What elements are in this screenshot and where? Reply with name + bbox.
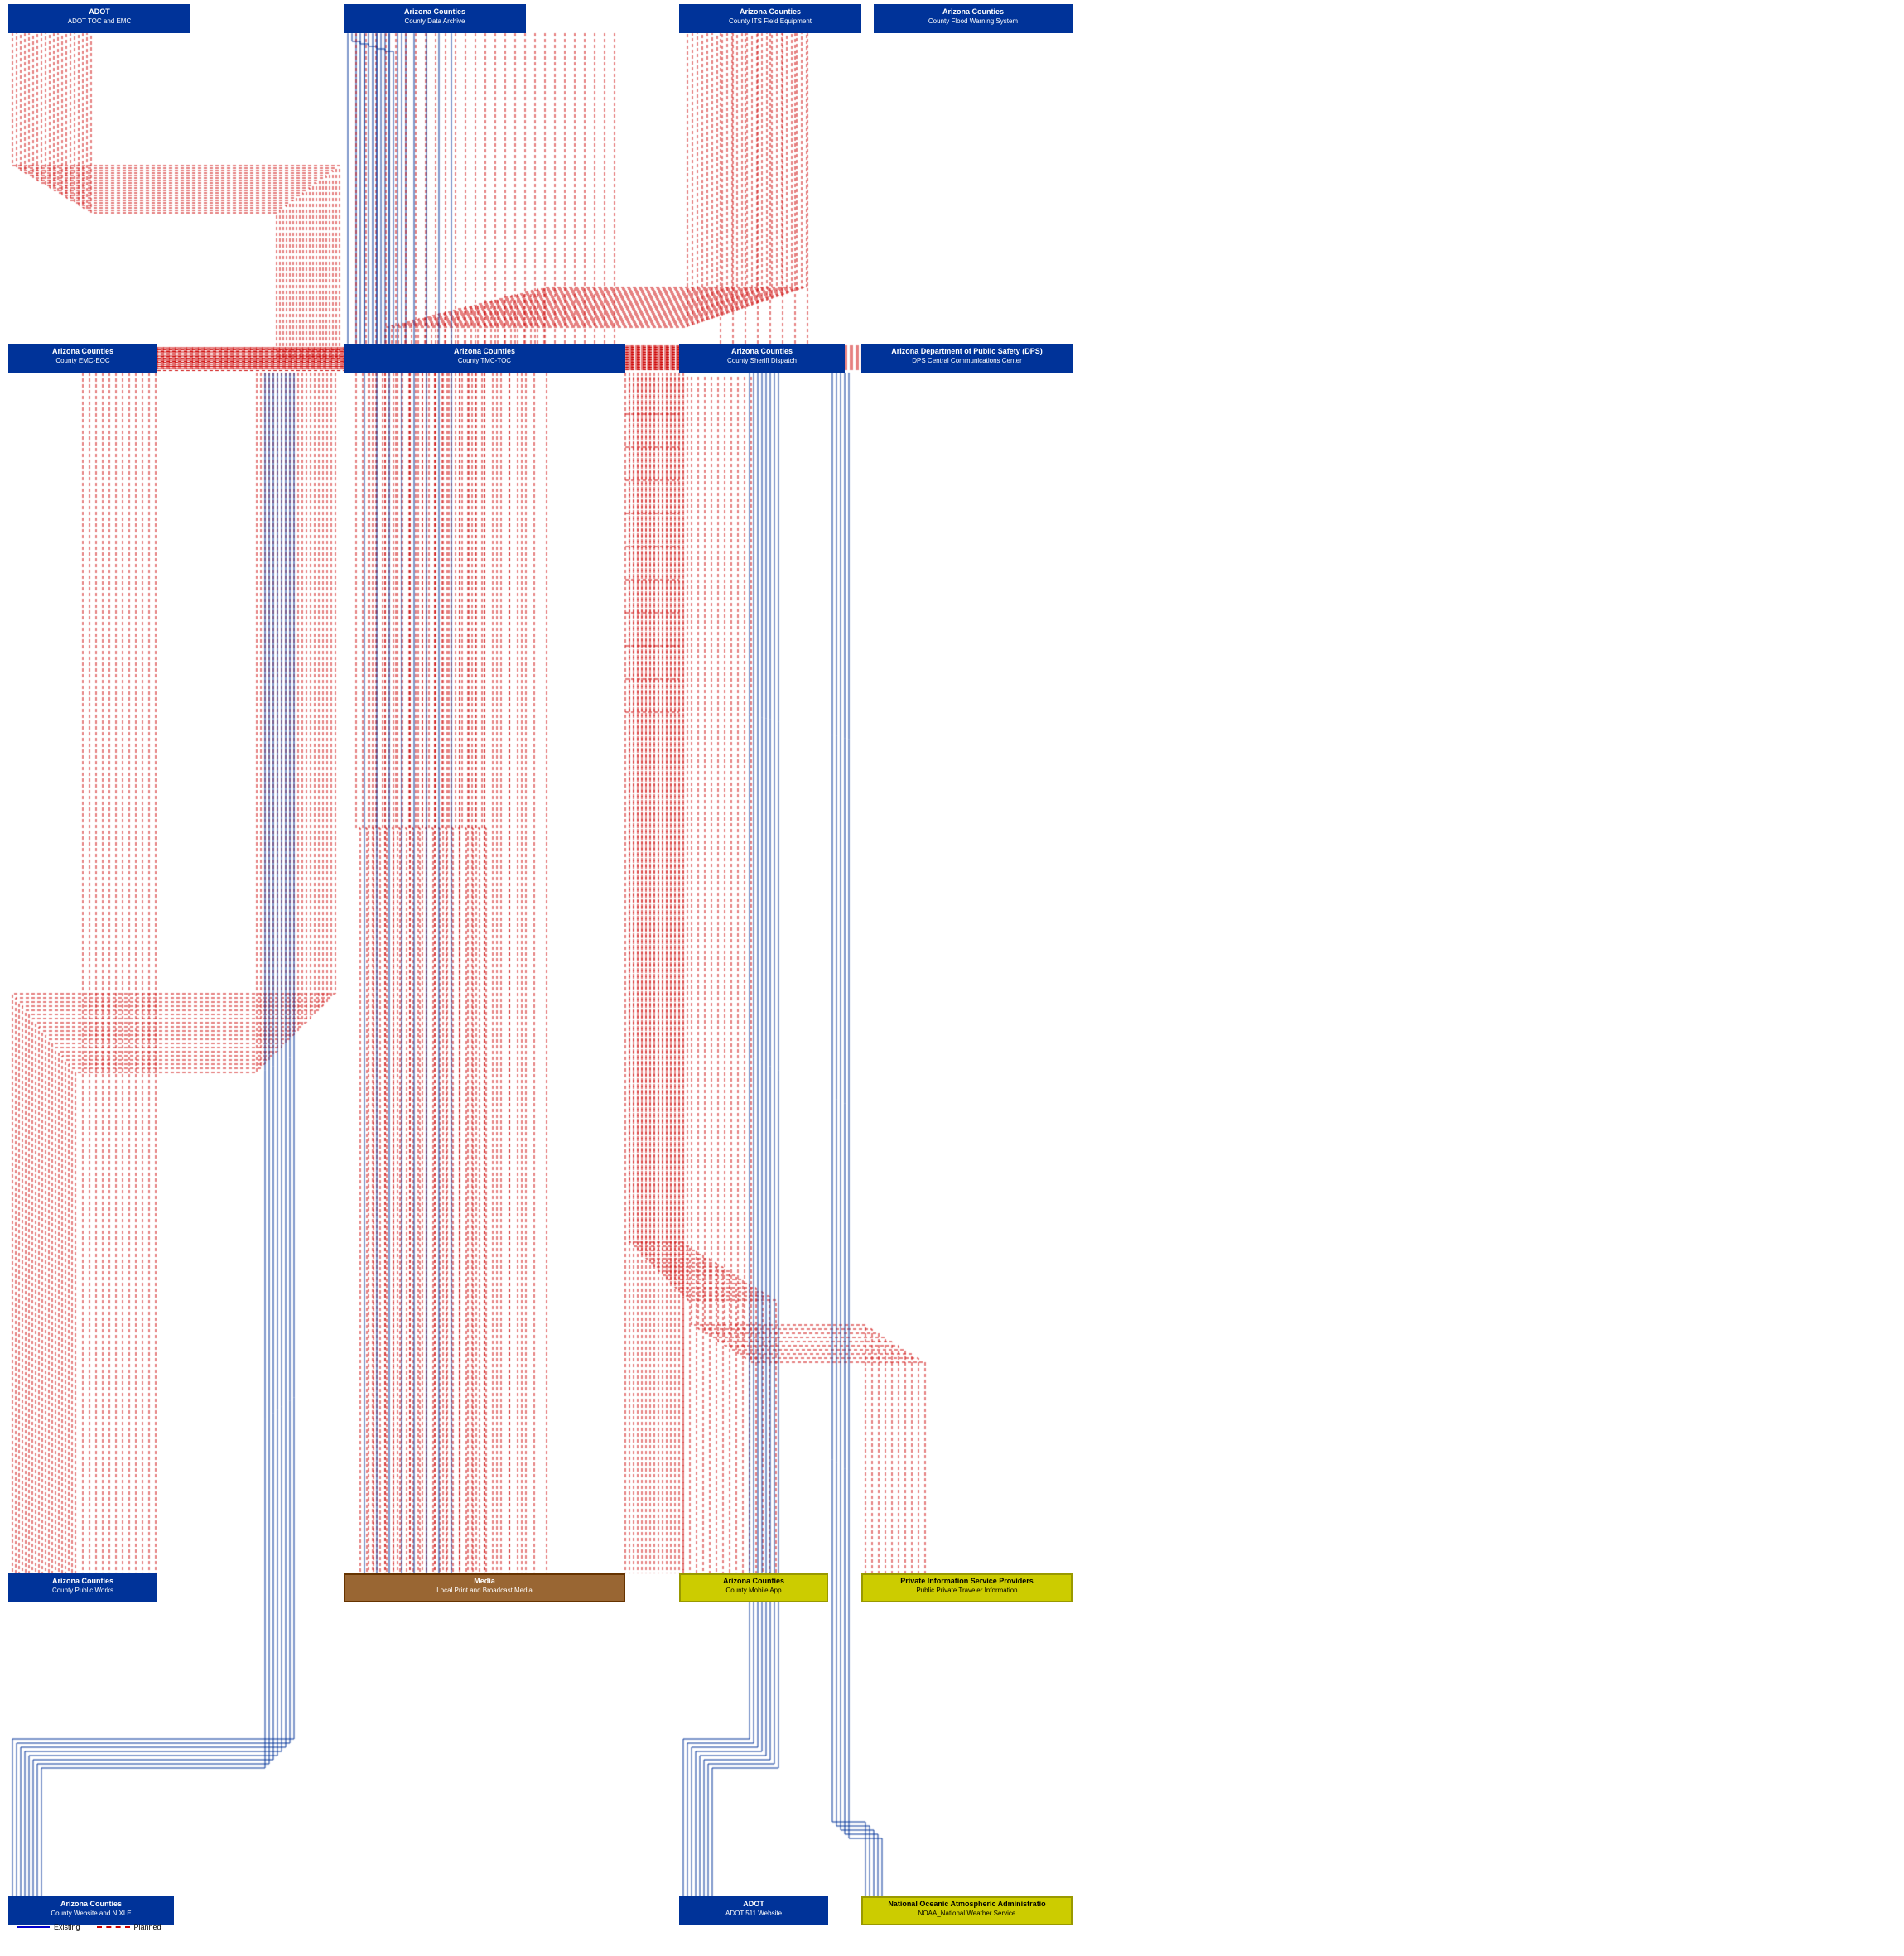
node-label: Arizona Counties <box>349 347 620 357</box>
node-adot-511: ADOT ADOT 511 Website <box>679 1896 828 1925</box>
node-county-mobile-app: Arizona Counties County Mobile App <box>679 1573 828 1602</box>
node-sublabel: County Mobile App <box>684 1587 823 1595</box>
node-label: Arizona Counties <box>684 7 856 17</box>
node-sublabel: County ITS Field Equipment <box>684 17 856 26</box>
node-sublabel: ADOT TOC and EMC <box>13 17 186 26</box>
node-sublabel: NOAA_National Weather Service <box>866 1910 1068 1918</box>
legend-planned: Planned <box>97 1923 161 1931</box>
node-county-sheriff: Arizona Counties County Sheriff Dispatch <box>679 344 845 373</box>
node-county-emc-eoc: Arizona Counties County EMC-EOC <box>8 344 157 373</box>
node-adot-toc: ADOT ADOT TOC and EMC <box>8 4 190 33</box>
node-sublabel: DPS Central Communications Center <box>866 357 1068 365</box>
node-label: National Oceanic Atmospheric Administrat… <box>866 1900 1068 1910</box>
node-sublabel: County Data Archive <box>349 17 521 26</box>
node-label: Arizona Counties <box>684 1577 823 1587</box>
node-sublabel: County Sheriff Dispatch <box>684 357 840 365</box>
node-label: Arizona Counties <box>349 7 521 17</box>
node-private-traveler: Private Information Service Providers Pu… <box>861 1573 1073 1602</box>
node-media: Media Local Print and Broadcast Media <box>344 1573 625 1602</box>
node-dps-comms: Arizona Department of Public Safety (DPS… <box>861 344 1073 373</box>
node-county-website: Arizona Counties County Website and NIXL… <box>8 1896 174 1925</box>
node-sublabel: Public Private Traveler Information <box>866 1587 1068 1595</box>
node-county-flood-warning: Arizona Counties County Flood Warning Sy… <box>874 4 1073 33</box>
legend-existing-line <box>17 1926 50 1928</box>
node-county-public-works: Arizona Counties County Public Works <box>8 1573 157 1602</box>
node-label: Arizona Department of Public Safety (DPS… <box>866 347 1068 357</box>
node-sublabel: Local Print and Broadcast Media <box>349 1587 620 1595</box>
node-label: Private Information Service Providers <box>866 1577 1068 1587</box>
node-label: Arizona Counties <box>684 347 840 357</box>
node-sublabel: County Public Works <box>13 1587 152 1595</box>
node-label: Arizona Counties <box>13 347 152 357</box>
node-label: Arizona Counties <box>879 7 1068 17</box>
node-label: ADOT <box>684 1900 823 1910</box>
node-label: ADOT <box>13 7 186 17</box>
node-label: Arizona Counties <box>13 1900 169 1910</box>
node-county-data-archive: Arizona Counties County Data Archive <box>344 4 526 33</box>
node-sublabel: County Flood Warning System <box>879 17 1068 26</box>
legend: Existing Planned <box>17 1923 161 1931</box>
legend-existing: Existing <box>17 1923 80 1931</box>
node-noaa-weather: National Oceanic Atmospheric Administrat… <box>861 1896 1073 1925</box>
node-sublabel: County EMC-EOC <box>13 357 152 365</box>
legend-planned-line <box>97 1926 130 1928</box>
node-sublabel: County Website and NIXLE <box>13 1910 169 1918</box>
node-county-tmc-toc: Arizona Counties County TMC-TOC <box>344 344 625 373</box>
node-sublabel: County TMC-TOC <box>349 357 620 365</box>
legend-existing-label: Existing <box>54 1923 80 1931</box>
diagram-canvas <box>0 0 1904 1956</box>
node-sublabel: ADOT 511 Website <box>684 1910 823 1918</box>
legend-planned-label: Planned <box>134 1923 161 1931</box>
node-label: Arizona Counties <box>13 1577 152 1587</box>
node-county-its-field: Arizona Counties County ITS Field Equipm… <box>679 4 861 33</box>
node-label: Media <box>349 1577 620 1587</box>
